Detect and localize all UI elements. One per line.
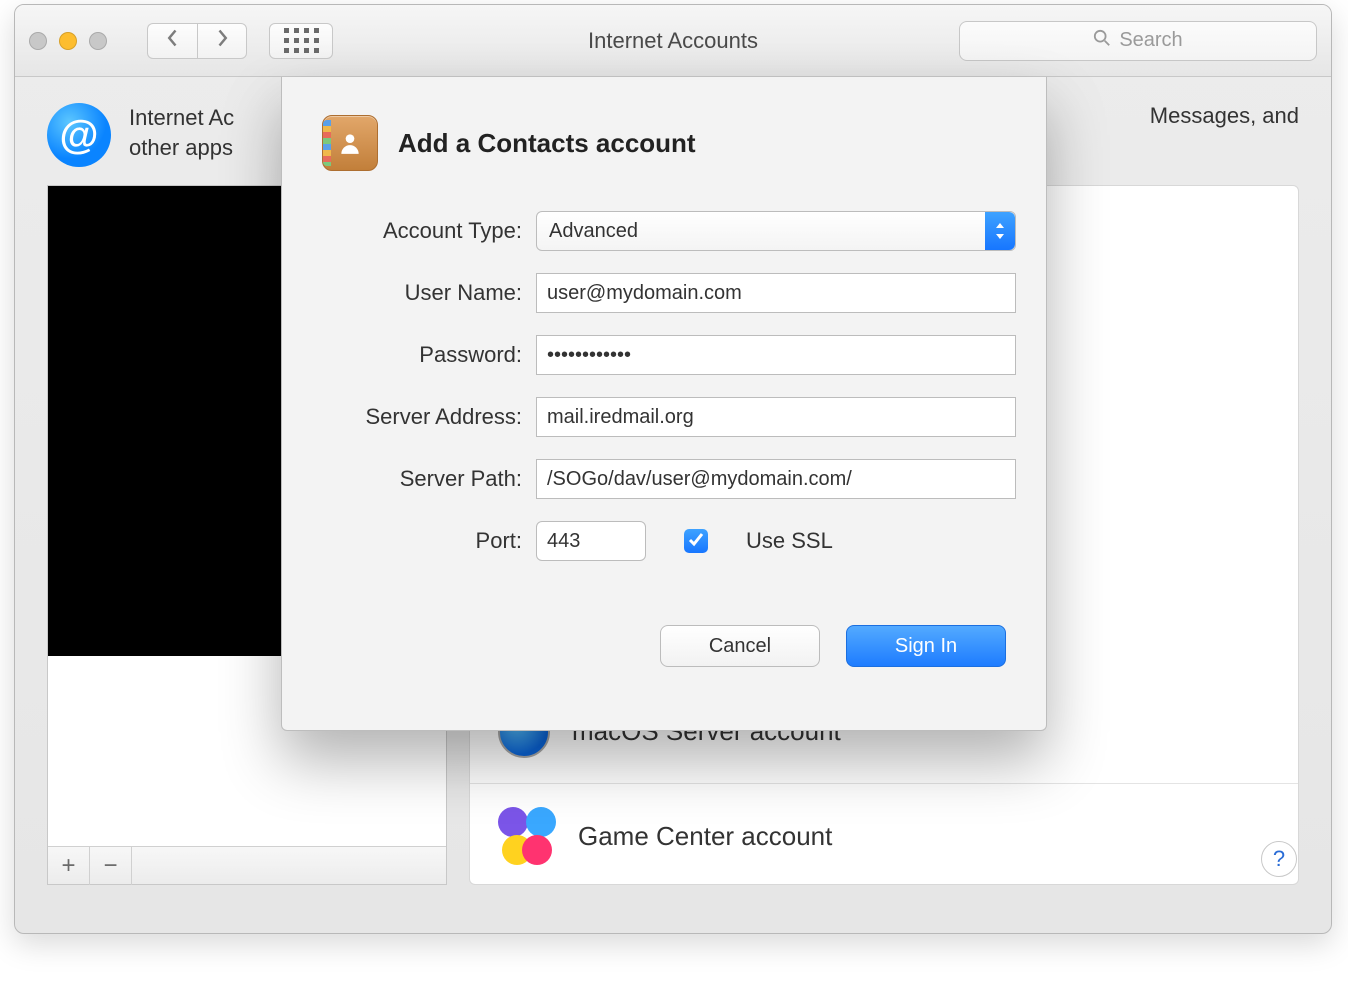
provider-game-center[interactable]: Game Center account: [470, 784, 1298, 888]
help-icon: ?: [1273, 846, 1285, 872]
use-ssl-label: Use SSL: [746, 528, 833, 554]
back-button[interactable]: [147, 23, 197, 59]
server-path-input[interactable]: [536, 459, 1016, 499]
minus-icon: −: [103, 852, 117, 880]
window-title: Internet Accounts: [588, 28, 758, 54]
add-account-button[interactable]: +: [48, 847, 90, 885]
checkmark-icon: [688, 531, 704, 552]
sheet-buttons: Cancel Sign In: [322, 625, 1006, 667]
account-type-select[interactable]: Advanced: [536, 211, 1016, 251]
plus-icon: +: [61, 852, 75, 880]
search-icon: [1093, 29, 1111, 53]
sheet-header: Add a Contacts account: [322, 115, 1006, 171]
search-placeholder: Search: [1119, 29, 1182, 52]
server-path-label: Server Path:: [322, 466, 522, 492]
chevron-left-icon: [166, 28, 180, 53]
server-address-input[interactable]: [536, 397, 1016, 437]
nav-buttons: [147, 23, 247, 59]
sheet-form: Account Type: Advanced User Name: Passwo…: [322, 211, 1006, 561]
cancel-button-label: Cancel: [709, 635, 771, 658]
sidebar-footer: + −: [48, 846, 446, 884]
sign-in-button[interactable]: Sign In: [846, 625, 1006, 667]
intro-text-right: Messages, and: [1150, 103, 1299, 129]
window-traffic-lights: [29, 32, 107, 50]
grid-icon: [284, 28, 319, 53]
help-button[interactable]: ?: [1261, 841, 1297, 877]
password-input[interactable]: [536, 335, 1016, 375]
intro-line1: Internet Ac: [129, 105, 234, 130]
window-close-button[interactable]: [29, 32, 47, 50]
username-label: User Name:: [322, 280, 522, 306]
window-zoom-button[interactable]: [89, 32, 107, 50]
window-minimize-button[interactable]: [59, 32, 77, 50]
cancel-button[interactable]: Cancel: [660, 625, 820, 667]
use-ssl-checkbox[interactable]: [684, 529, 708, 553]
intro-line2: other apps: [129, 135, 233, 160]
game-center-icon: [498, 807, 556, 865]
port-row: Use SSL: [536, 521, 1016, 561]
internet-accounts-icon: @: [47, 103, 111, 167]
forward-button[interactable]: [197, 23, 247, 59]
account-type-label: Account Type:: [322, 218, 522, 244]
show-all-button[interactable]: [269, 23, 333, 59]
toolbar-search-wrap: Search: [959, 21, 1317, 61]
account-type-value: Advanced: [549, 220, 638, 243]
sheet-title: Add a Contacts account: [398, 128, 696, 159]
preferences-window: Internet Accounts Search @ Internet Ac o…: [14, 4, 1332, 934]
server-address-label: Server Address:: [322, 404, 522, 430]
port-label: Port:: [322, 528, 522, 554]
sign-in-button-label: Sign In: [895, 635, 957, 658]
provider-label: Game Center account: [578, 821, 832, 852]
add-contacts-account-sheet: Add a Contacts account Account Type: Adv…: [281, 77, 1047, 731]
port-input[interactable]: [536, 521, 646, 561]
contacts-app-icon: [322, 115, 378, 171]
password-label: Password:: [322, 342, 522, 368]
username-input[interactable]: [536, 273, 1016, 313]
remove-account-button[interactable]: −: [90, 847, 132, 885]
select-stepper-icon: [985, 212, 1015, 250]
search-field[interactable]: Search: [959, 21, 1317, 61]
toolbar: Internet Accounts Search: [15, 5, 1331, 77]
chevron-right-icon: [215, 28, 229, 53]
intro-text: Internet Ac other apps: [129, 103, 234, 162]
